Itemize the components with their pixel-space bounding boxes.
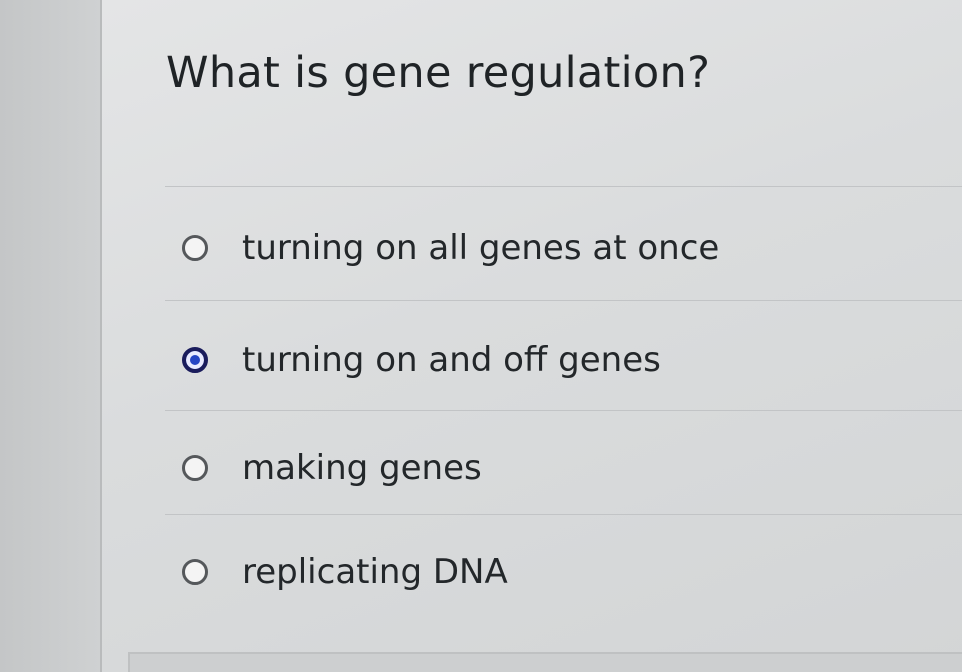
radio-button-4[interactable]	[182, 559, 208, 585]
answer-option-2[interactable]: turning on and off genes	[182, 340, 661, 380]
divider	[165, 514, 962, 515]
radio-button-2-selected[interactable]	[182, 347, 208, 373]
card-edge	[128, 652, 962, 672]
answer-option-2-label[interactable]: turning on and off genes	[242, 340, 661, 380]
answer-option-3[interactable]: making genes	[182, 448, 482, 488]
answer-option-1-label[interactable]: turning on all genes at once	[242, 228, 719, 268]
radio-button-3[interactable]	[182, 455, 208, 481]
answer-option-4-label[interactable]: replicating DNA	[242, 552, 508, 592]
divider	[165, 300, 962, 301]
page-margin	[0, 0, 100, 672]
question-title: What is gene regulation?	[166, 48, 711, 98]
answer-option-3-label[interactable]: making genes	[242, 448, 482, 488]
divider	[165, 186, 962, 187]
answer-option-1[interactable]: turning on all genes at once	[182, 228, 719, 268]
divider	[165, 410, 962, 411]
answer-option-4[interactable]: replicating DNA	[182, 552, 508, 592]
radio-button-1[interactable]	[182, 235, 208, 261]
